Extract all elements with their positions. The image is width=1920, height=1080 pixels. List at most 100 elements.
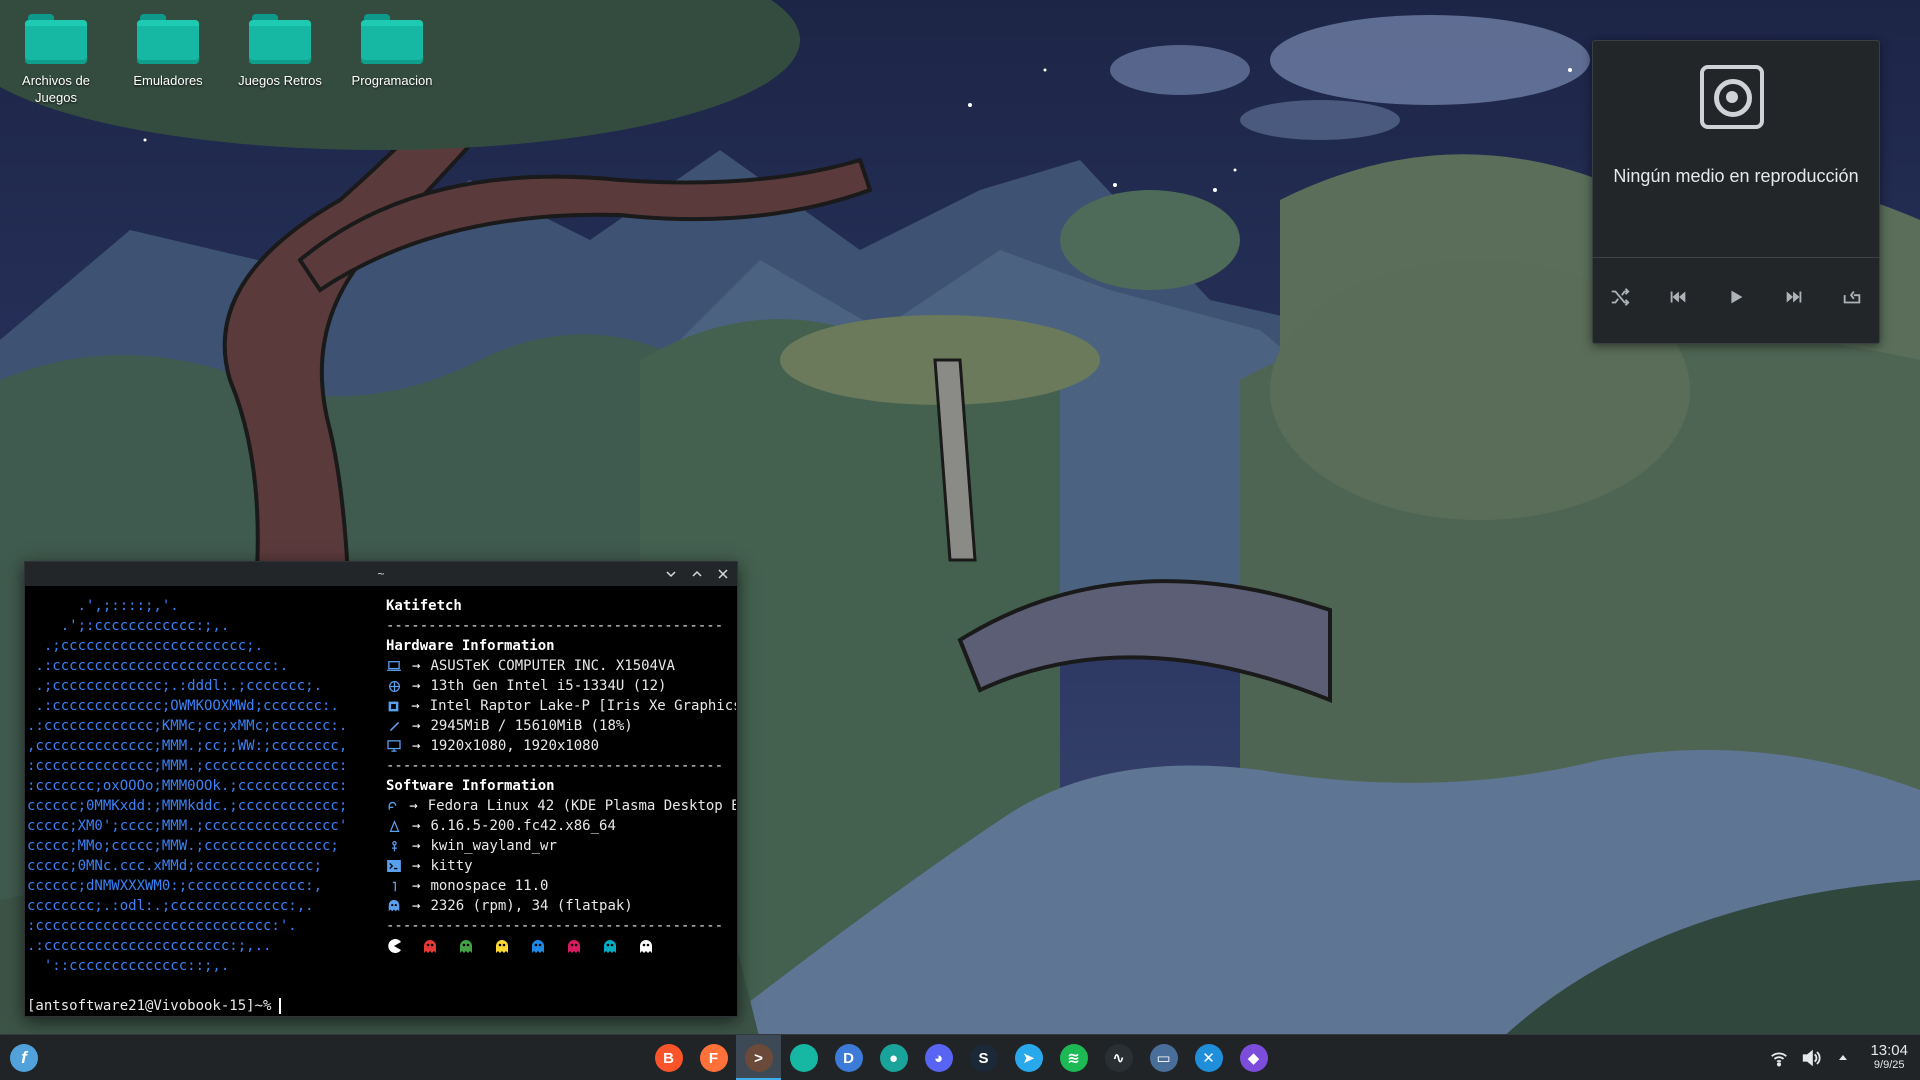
media-divider — [1593, 257, 1879, 258]
chevron-up-icon — [692, 570, 702, 577]
desktop-icon-programacion[interactable]: Programacion — [342, 14, 442, 89]
taskbar-app-vscode[interactable]: ✕ — [1186, 1035, 1231, 1080]
show-hidden-icons-button[interactable] — [1832, 1047, 1854, 1069]
play-icon — [1731, 290, 1743, 304]
terminal-window[interactable]: ~ .',;::::;,'. .';:cccccccccccc:;,. .;cc… — [24, 561, 738, 1017]
info-value: 6.16.5-200.fc42.x86_64 — [430, 818, 616, 834]
shuffle-icon — [1611, 288, 1630, 306]
fetch-header: Katifetch — [386, 598, 462, 614]
next-button[interactable] — [1776, 279, 1812, 315]
steam-icon: S — [969, 1044, 998, 1072]
telegram-icon: ➤ — [1014, 1044, 1043, 1072]
taskbar-app-telegram[interactable]: ➤ — [1006, 1035, 1051, 1080]
info-row: → 2326 (rpm), 34 (flatpak) — [386, 896, 736, 916]
logo-line: .';:cccccccccccc:;,. — [27, 618, 230, 634]
desktop-icon-emuladores[interactable]: Emuladores — [118, 14, 218, 89]
network-button[interactable] — [1768, 1047, 1790, 1069]
desktop-icon-juegos-retros[interactable]: Juegos Retros — [230, 14, 330, 89]
terminal-content[interactable]: .',;::::;,'. .';:cccccccccccc:;,. .;cccc… — [25, 586, 737, 1016]
next-icon — [1786, 291, 1802, 303]
maximize-button[interactable] — [687, 564, 707, 584]
taskbar-app-brave[interactable]: B — [646, 1035, 691, 1080]
taskbar-app-spotify[interactable]: ≋ — [1051, 1035, 1096, 1080]
previous-button[interactable] — [1660, 279, 1696, 315]
caret-up-icon — [1839, 1055, 1848, 1060]
arrow-icon: → — [412, 878, 421, 894]
minimize-button[interactable] — [661, 564, 681, 584]
ghost-icon — [496, 940, 508, 953]
info-value: kwin_wayland_wr — [430, 838, 557, 854]
cpu-icon — [386, 679, 402, 693]
folder-icon — [249, 14, 311, 64]
taskbar-app-remote[interactable]: ▭ — [1141, 1035, 1186, 1080]
desktop-icon-archivos-de-juegos[interactable]: Archivos de Juegos — [6, 14, 106, 106]
taskbar-app-steamlink[interactable]: ∿ — [1096, 1035, 1141, 1080]
divider: ---------------------------------------- — [386, 918, 724, 934]
text-cursor — [279, 998, 282, 1014]
fedora-icon — [386, 799, 399, 813]
ghost-icon — [604, 940, 616, 953]
repeat-icon — [1843, 290, 1861, 304]
logo-line: cccccc;dNMWXXXWM0:;cccccccccccccc:, — [27, 878, 323, 894]
volume-button[interactable] — [1800, 1047, 1822, 1069]
vscode-icon: ✕ — [1194, 1044, 1223, 1072]
info-value: ASUSTeK COMPUTER INC. X1504VA — [430, 658, 675, 674]
volume-icon — [1803, 1049, 1822, 1067]
shuffle-button[interactable] — [1602, 279, 1638, 315]
firefox-icon: F — [699, 1044, 728, 1072]
info-row: → ASUSTeK COMPUTER INC. X1504VA — [386, 656, 736, 676]
window-title: ~ — [377, 567, 385, 581]
software-title: Software Information — [386, 778, 555, 794]
logo-line: ccccc;MMo;ccccc;MMW.;ccccccccccccccc; — [27, 838, 339, 854]
discord-icon: ◕ — [924, 1044, 953, 1072]
monitor-icon — [386, 739, 402, 753]
play-button[interactable] — [1718, 279, 1754, 315]
digital-clock[interactable]: 13:04 9/9/25 — [1870, 1043, 1908, 1073]
logo-line: :ccccccc;oxOOOo;MMM0OOk.;cccccccccccc: — [27, 778, 348, 794]
info-value: monospace 11.0 — [430, 878, 549, 894]
taskbar-app-steam[interactable]: S — [961, 1035, 1006, 1080]
window-titlebar[interactable]: ~ — [25, 562, 737, 586]
taskbar-app-discord[interactable]: ◕ — [916, 1035, 961, 1080]
info-value: Intel Raptor Lake-P [Iris Xe Graphics] — [429, 698, 736, 714]
desktop-icon-label: Juegos Retros — [238, 73, 322, 88]
info-row: → 6.16.5-200.fc42.x86_64 — [386, 816, 736, 836]
taskbar-app-toggle[interactable]: ● — [871, 1035, 916, 1080]
logo-line: :cccccccccccccc;MMM.;cccccccccccccccc: — [27, 758, 348, 774]
desktop-icon-label: Archivos de Juegos — [22, 73, 90, 105]
application-launcher-button[interactable]: f — [10, 1044, 38, 1072]
arrow-icon: → — [412, 858, 421, 874]
obsidian-icon: ◆ — [1239, 1044, 1268, 1072]
divider: ---------------------------------------- — [386, 618, 724, 634]
arrow-icon: → — [412, 718, 421, 734]
linux-icon — [386, 819, 402, 833]
taskbar-app-files[interactable] — [781, 1035, 826, 1080]
logo-line: ccccc;XM0';cccc;MMM.;cccccccccccccccc' — [27, 818, 348, 834]
folder-icon — [25, 14, 87, 64]
system-tray: 13:04 9/9/25 — [1768, 1035, 1908, 1080]
arrow-icon: → — [412, 678, 421, 694]
logo-line: '::cccccccccccccc::;,. — [27, 958, 230, 974]
shell-prompt[interactable]: [antsoftware21@Vivobook-15]~% — [27, 996, 282, 1016]
logo-line: :cccccccccccccccccccccccccccc:'. — [27, 918, 297, 934]
discover-icon: D — [834, 1044, 863, 1072]
taskbar-app-firefox[interactable]: F — [691, 1035, 736, 1080]
ghost-icon — [460, 940, 472, 953]
taskbar-app-obsidian[interactable]: ◆ — [1231, 1035, 1276, 1080]
previous-icon — [1670, 291, 1686, 303]
chevron-down-icon — [666, 571, 676, 578]
taskbar-app-discover[interactable]: D — [826, 1035, 871, 1080]
ghost-icon — [640, 940, 652, 953]
fedora-ascii-logo: .',;::::;,'. .';:cccccccccccc:;,. .;cccc… — [27, 596, 389, 976]
info-value: 1920x1080, 1920x1080 — [430, 738, 600, 754]
media-player-widget: Ningún medio en reproducción — [1592, 40, 1880, 344]
spotify-icon: ≋ — [1059, 1044, 1088, 1072]
close-button[interactable] — [713, 564, 733, 584]
album-art-placeholder-icon — [1700, 65, 1764, 129]
desktop-icon-label: Emuladores — [133, 73, 203, 88]
repeat-button[interactable] — [1834, 279, 1870, 315]
taskbar-app-kitty[interactable]: > — [736, 1035, 781, 1080]
arrow-icon: → — [412, 898, 421, 914]
arrow-icon: → — [412, 738, 421, 754]
logo-line: .:ccccccccccccc;KMMc;cc;xMMc;ccccccc:. — [27, 718, 348, 734]
